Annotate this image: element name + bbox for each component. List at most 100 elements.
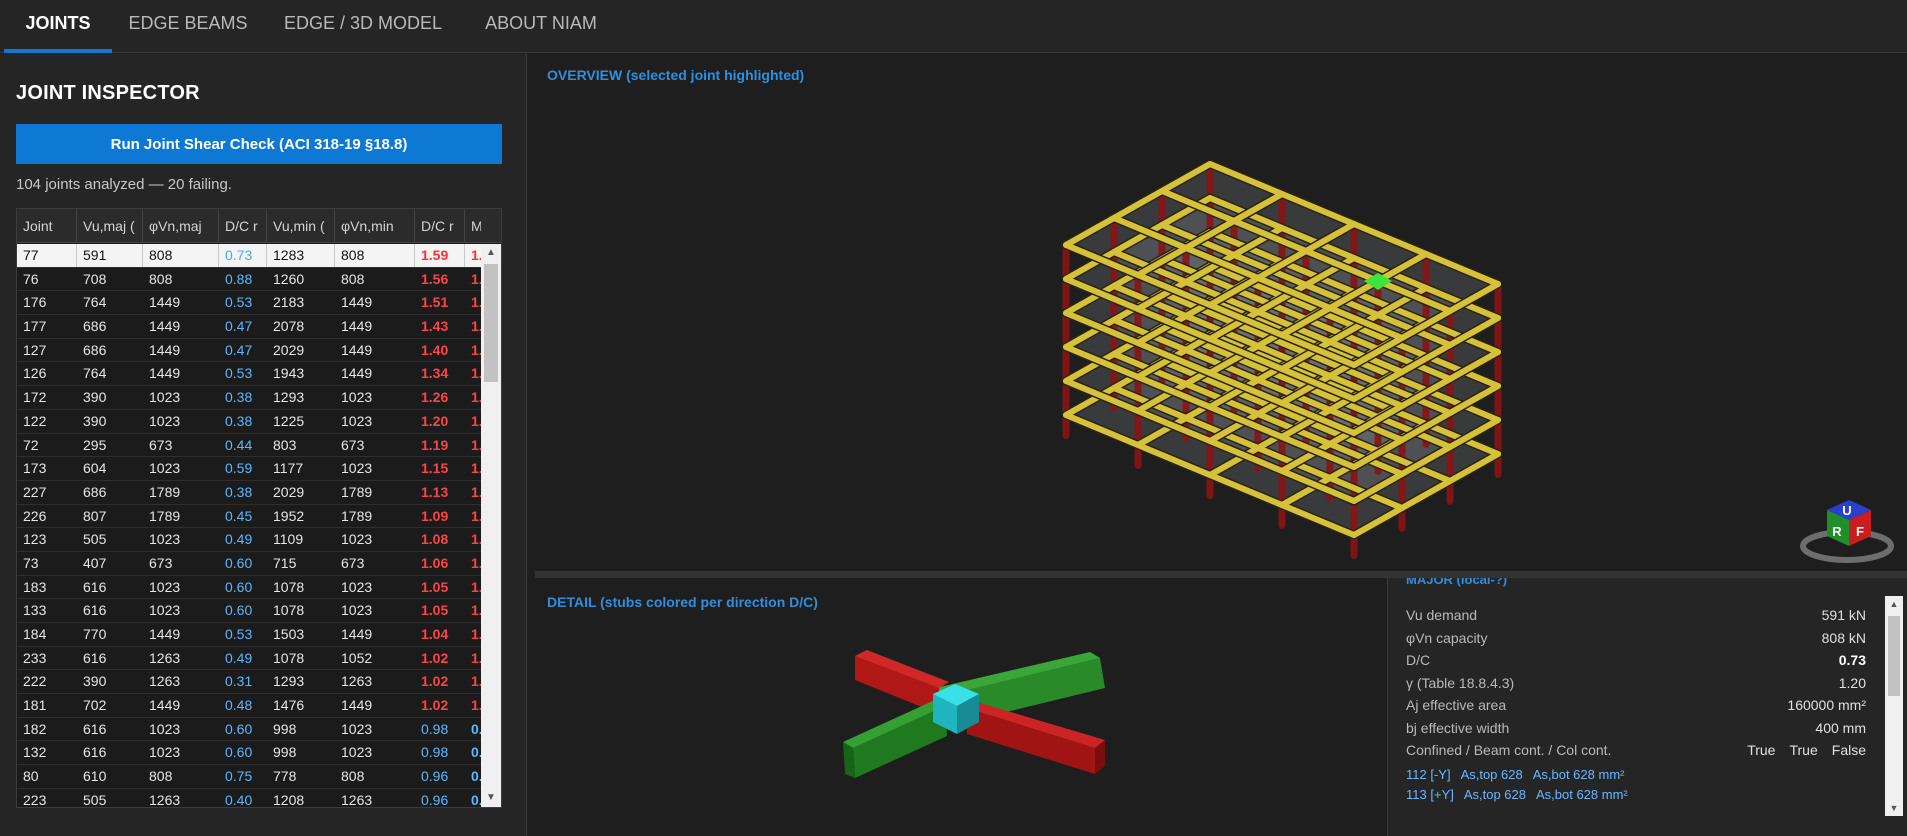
table-cell: 1263: [341, 791, 373, 807]
table-cell: 390: [83, 389, 107, 406]
prop-vu-demand: Vu demand 591 kN: [1406, 607, 1866, 623]
table-row[interactable]: 12239010230.38122510231.201.20: [17, 410, 483, 434]
table-cell: 808: [341, 270, 365, 287]
tab-joints[interactable]: JOINTS: [4, 0, 112, 53]
table-row[interactable]: 18477014490.53150314491.041.04: [17, 623, 483, 647]
prop-dc: D/C 0.73: [1406, 652, 1866, 668]
table-cell: 1263: [341, 673, 373, 690]
joints-table[interactable]: Joint Vu,maj ( φVn,maj D/C r Vu,min ( φV…: [16, 208, 502, 808]
overview-3d-viewport[interactable]: OVERVIEW (selected joint highlighted) U …: [535, 54, 1907, 570]
table-cell: 686: [83, 318, 107, 335]
table-row[interactable]: 13261610230.6099810230.980.98: [17, 741, 483, 766]
column-header[interactable]: D/C r: [219, 209, 267, 243]
table-cell: 1263: [149, 791, 181, 807]
joint-properties-panel: MAJOR (local-?) Vu demand 591 kN φVn capa…: [1387, 578, 1907, 836]
table-row[interactable]: 806108080.757788080.960.96: [17, 765, 483, 789]
table-scrollbar[interactable]: ▲ ▼: [481, 244, 501, 807]
table-cell: 770: [83, 626, 107, 642]
scroll-thumb[interactable]: [484, 264, 498, 382]
column-header[interactable]: φVn,maj: [143, 209, 219, 243]
table-cell: 0.73: [219, 244, 267, 267]
table-row[interactable]: 734076730.607156731.061.06: [17, 552, 483, 576]
table-cell: 505: [83, 531, 107, 548]
table-cell: 0.60: [225, 602, 253, 619]
table-cell: 673: [149, 554, 173, 571]
table-cell: 1503: [273, 626, 305, 642]
tab-edge-beams[interactable]: EDGE BEAMS: [126, 0, 250, 53]
table-row[interactable]: 775918080.7312838081.591.59: [17, 244, 483, 268]
table-row[interactable]: 17676414490.53218314491.511.51: [17, 291, 483, 316]
properties-scrollbar[interactable]: ▲ ▼: [1885, 596, 1903, 816]
scroll-up-icon[interactable]: ▲: [1885, 596, 1903, 612]
tab-about-niam[interactable]: ABOUT NIAM: [478, 0, 604, 53]
table-row[interactable]: 22680717890.45195217891.091.09: [17, 505, 483, 529]
table-cell: 0.38: [225, 389, 253, 406]
table-row[interactable]: 17360410230.59117710231.151.15: [17, 457, 483, 481]
viewport-splitter[interactable]: [535, 571, 1907, 578]
table-cell: 1449: [341, 294, 373, 311]
table-cell: 0.98: [421, 720, 449, 737]
view-cube-icon[interactable]: U R F: [1797, 474, 1897, 564]
table-cell: 1789: [149, 507, 181, 524]
table-cell: 1.05: [421, 578, 449, 595]
table-row[interactable]: 18361610230.60107810231.051.05: [17, 576, 483, 600]
column-header[interactable]: Vu,min (: [267, 209, 335, 243]
table-cell: 0.38: [225, 412, 253, 429]
table-cell: 808: [341, 768, 365, 785]
table-row[interactable]: 13361610230.60107810231.051.05: [17, 599, 483, 623]
detail-3d-viewport[interactable]: DETAIL (stubs colored per direction D/C): [535, 578, 1387, 836]
column-header[interactable]: φVn,min: [335, 209, 415, 243]
table-row[interactable]: 17239010230.38129310231.261.26: [17, 386, 483, 410]
table-row[interactable]: 12768614490.47202914491.401.40: [17, 339, 483, 363]
table-row[interactable]: 22350512630.40120812630.960.96: [17, 789, 483, 807]
table-cell: 0.96: [421, 791, 449, 807]
table-cell: 807: [83, 507, 107, 524]
table-cell: 1789: [341, 507, 373, 524]
table-row[interactable]: 22239012630.31129312631.021.02: [17, 670, 483, 695]
table-row[interactable]: 767088080.8812608081.561.56: [17, 268, 483, 292]
table-cell: 1023: [341, 460, 373, 477]
table-row[interactable]: 17768614490.47207814491.431.43: [17, 315, 483, 339]
table-row[interactable]: 12676414490.53194314491.341.34: [17, 362, 483, 387]
building-model: [1061, 159, 1503, 559]
table-cell: 505: [83, 791, 107, 807]
table-cell: 183: [23, 578, 47, 595]
table-cell: 80: [23, 768, 39, 785]
table-cell: 1449: [341, 365, 373, 382]
column-header[interactable]: D/C r: [415, 209, 465, 243]
table-cell: 126: [23, 365, 47, 382]
table-cell: 1.02: [421, 673, 449, 690]
table-header: Joint Vu,maj ( φVn,maj D/C r Vu,min ( φV…: [17, 209, 483, 243]
scroll-down-icon[interactable]: ▼: [1885, 800, 1903, 816]
table-cell: 1023: [341, 602, 373, 619]
table-cell: 0.59: [225, 460, 253, 477]
table-row[interactable]: 22768617890.38202917891.131.13: [17, 481, 483, 505]
table-cell: 998: [273, 744, 297, 761]
table-cell: 673: [341, 436, 365, 453]
table-cell: 0.48: [225, 697, 253, 714]
table-cell: 764: [83, 365, 107, 382]
table-cell: 1023: [341, 720, 373, 737]
scroll-down-icon[interactable]: ▼: [481, 789, 501, 807]
table-cell: 407: [83, 554, 107, 571]
table-cell: 1.34: [421, 365, 449, 382]
svg-text:U: U: [1842, 503, 1851, 518]
column-header[interactable]: Joint: [17, 209, 77, 243]
tab-edge-3d-model[interactable]: EDGE / 3D MODEL: [280, 0, 446, 53]
table-cell: 1023: [341, 744, 373, 761]
scroll-up-icon[interactable]: ▲: [481, 244, 501, 262]
run-joint-shear-check-button[interactable]: Run Joint Shear Check (ACI 318-19 §18.8): [16, 124, 502, 164]
table-cell: 1109: [273, 531, 304, 548]
table-row[interactable]: 18261610230.6099810230.980.98: [17, 718, 483, 742]
prop-aj-area: Aj effective area 160000 mm²: [1406, 697, 1866, 713]
column-header[interactable]: Vu,maj (: [77, 209, 143, 243]
table-row[interactable]: 23361612630.49107810521.021.02: [17, 647, 483, 671]
table-row[interactable]: 12350510230.49110910231.081.08: [17, 528, 483, 552]
table-cell: 1449: [149, 626, 181, 642]
table-row[interactable]: 722956730.448036731.191.19: [17, 434, 483, 458]
table-cell: 1.08: [421, 531, 449, 548]
table-cell: 1.51: [421, 294, 449, 311]
table-cell: 803: [273, 436, 297, 453]
scroll-thumb[interactable]: [1888, 616, 1900, 696]
table-row[interactable]: 18170214490.48147614491.021.02: [17, 694, 483, 718]
